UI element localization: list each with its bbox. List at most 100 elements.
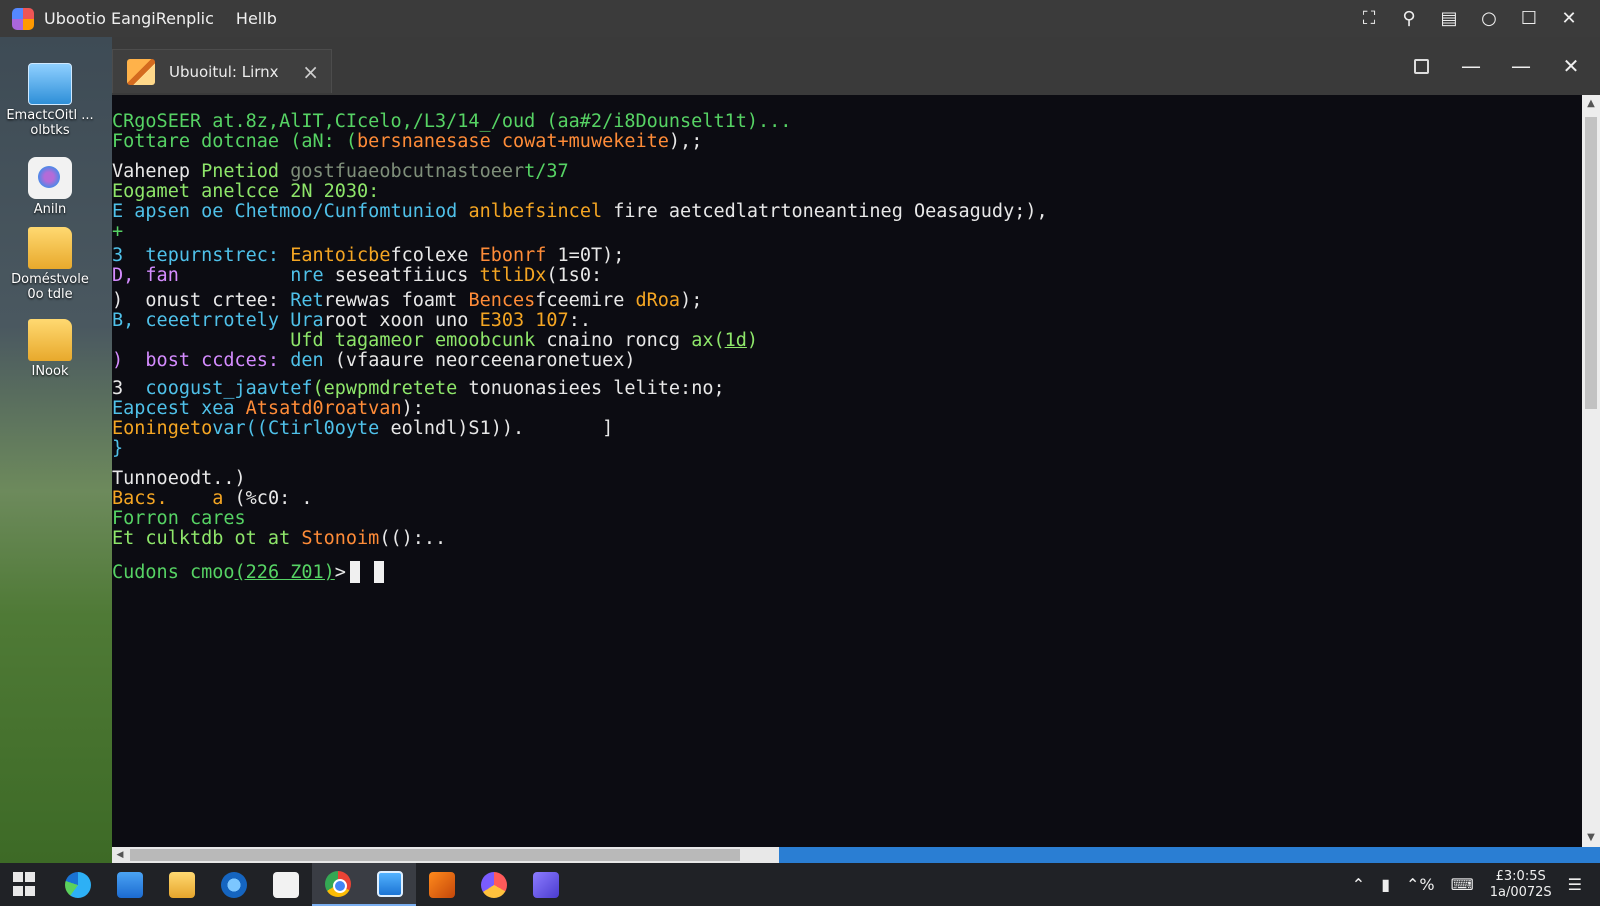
text: Bences: [468, 290, 536, 311]
text: var((Ctirl0oyte: [212, 418, 391, 439]
edge-icon: [65, 871, 91, 898]
scroll-down-icon[interactable]: ▼: [1582, 829, 1600, 847]
menu-hello[interactable]: Hellb: [236, 9, 277, 28]
clock[interactable]: £3:0:5S 1a/0072S: [1490, 869, 1552, 901]
text: Ebonrf: [479, 245, 547, 266]
tab-close-icon[interactable]: ×: [302, 60, 319, 84]
tab-bar: Ubuoitul: Lirnx × — — ✕: [112, 37, 1600, 95]
text: Fottare dotcnae (aN: (: [112, 131, 358, 152]
terminal-line: +: [112, 221, 124, 242]
taskbar-edge[interactable]: [52, 863, 104, 906]
terminal-line: D, fan nre seseatfiiucs ttliDx(1s0:: [112, 266, 1582, 286]
terminal-line: Eoningetovar((Ctirl0oyte eolndl)S1)). ]: [112, 419, 1582, 439]
clock-time: £3:0:5S: [1495, 868, 1546, 884]
window-close-icon[interactable]: ✕: [1560, 54, 1582, 78]
text-cursor: [349, 561, 360, 583]
app-logo-icon: [12, 7, 34, 30]
desktop-icon-app[interactable]: Aniln: [4, 157, 96, 217]
terminal-line: Eogamet anelcce 2N 2030:: [112, 181, 380, 202]
display-icon[interactable]: ▤: [1438, 8, 1460, 30]
taskbar-chrome-2[interactable]: [468, 863, 520, 906]
text: coogust_jaavtef: [145, 378, 313, 399]
text: anlbefsincel: [468, 201, 614, 222]
terminal-line: Bacs. a (%c0: .: [112, 489, 1582, 509]
terminal-prompt[interactable]: Cudons cmoo(226 Z01)>: [112, 561, 1582, 583]
user-search-icon[interactable]: ⚲: [1398, 8, 1420, 30]
terminal-line: Fottare dotcnae (aN: (bersnanesase cowat…: [112, 132, 1582, 152]
tab-title: Ubuoitul: Lirnx: [169, 62, 279, 81]
drive-icon: [28, 63, 72, 105]
text: cnaino roncg: [546, 330, 692, 351]
text: Stonoim: [301, 528, 380, 549]
taskbar-app-blue[interactable]: [104, 863, 156, 906]
desktop-icon-folder-2[interactable]: INook: [4, 319, 96, 379]
close-icon[interactable]: ✕: [1558, 8, 1580, 30]
text: Et culktdb ot at: [112, 528, 302, 549]
app-icon: [28, 157, 72, 199]
terminal-line: ) onust crtee: Retrewwas foamt Bencesfce…: [112, 291, 1582, 311]
taskbar-notepad[interactable]: [260, 863, 312, 906]
terminal-line: Forron cares: [112, 508, 246, 529]
prompt-symbol: >: [334, 562, 346, 583]
taskbar-explorer[interactable]: [156, 863, 208, 906]
chat-icon[interactable]: ○: [1478, 8, 1500, 30]
system-tray: ⌃ ▮ ⌃% ⌨ £3:0:5S 1a/0072S ☰: [1352, 869, 1600, 901]
text: (1s0:: [546, 265, 603, 286]
text: [112, 330, 290, 351]
text: 1=0T);: [546, 245, 625, 266]
chevron-up-icon[interactable]: ⌃: [1352, 875, 1365, 894]
sync-icon[interactable]: ⛶: [1358, 8, 1380, 30]
text: (epwpmdretete: [312, 378, 469, 399]
scroll-left-icon[interactable]: ◀: [112, 847, 128, 863]
minimize-icon[interactable]: —: [1460, 54, 1482, 78]
terminal-output[interactable]: CRgoSEER at.8z,AlIT,CIcelo,/L3/14_/oud (…: [112, 95, 1582, 847]
desktop-icon-label: INook: [31, 364, 69, 379]
text: (vfaaure neorceenaronetuex): [334, 350, 636, 371]
desktop-icon-label: Aniln: [33, 202, 67, 217]
desktop-icon-drive[interactable]: EmactcOitl ... olbtks: [4, 63, 96, 138]
app-titlebar: Ubootio EangiRenplic Hellb ⛶ ⚲ ▤ ○ ☐ ✕: [0, 0, 1600, 37]
text: 3 tepurnstrec:: [112, 245, 291, 266]
text: Ufd tagameor emoobcunk: [290, 330, 547, 351]
prompt-path: (226 Z01): [234, 562, 335, 583]
terminal-line: Tunnoeodt..): [112, 468, 246, 489]
taskbar-chrome[interactable]: [312, 863, 364, 906]
desktop-icon-folder[interactable]: Doméstvole 0o tdle: [4, 227, 96, 302]
text: (():..: [379, 528, 447, 549]
minimize-alt-icon[interactable]: —: [1510, 54, 1532, 78]
restore-icon[interactable]: [1410, 55, 1432, 77]
taskbar-orange-app[interactable]: [416, 863, 468, 906]
text: tonuonasiees lelite:no;: [468, 378, 725, 399]
scroll-up-icon[interactable]: ▲: [1582, 95, 1600, 113]
text: ),;: [668, 131, 703, 152]
maximize-icon[interactable]: ☐: [1518, 8, 1540, 30]
terminal-line: Ufd tagameor emoobcunk cnaino roncg ax(1…: [112, 331, 1582, 351]
vertical-scrollbar[interactable]: ▲ ▼: [1582, 95, 1600, 847]
terminal-line: Eapcest xea Atsatd0roatvan):: [112, 399, 1582, 419]
tab-ubuntu[interactable]: Ubuoitul: Lirnx ×: [112, 49, 332, 93]
battery-icon[interactable]: ▮: [1381, 875, 1390, 894]
vertical-scroll-thumb[interactable]: [1585, 117, 1597, 409]
ubuntu-tab-icon: [127, 58, 155, 85]
store-icon: [377, 870, 403, 897]
text: fire aetce: [613, 201, 725, 222]
horizontal-scrollbar[interactable]: ◀: [112, 847, 1600, 863]
browser-icon: [481, 871, 507, 898]
folder-icon: [28, 227, 72, 269]
text: seseatfiiucs: [334, 265, 480, 286]
desktop-wallpaper: EmactcOitl ... olbtks Aniln Doméstvole 0…: [0, 37, 112, 863]
start-button[interactable]: [0, 863, 52, 906]
horizontal-scroll-thumb[interactable]: [130, 849, 740, 861]
notification-icon[interactable]: ☰: [1568, 875, 1582, 894]
taskbar-store[interactable]: [364, 863, 416, 906]
cube-app-icon: [533, 871, 559, 898]
taskbar-cube-app[interactable]: [520, 863, 572, 906]
taskbar-ie[interactable]: [208, 863, 260, 906]
text: fcolexe: [390, 245, 480, 266]
network-icon[interactable]: ⌃%: [1406, 875, 1435, 894]
window-controls: — — ✕: [1410, 37, 1600, 95]
text: Ura: [290, 310, 324, 331]
text: root xoon uno: [323, 310, 480, 331]
keyboard-icon[interactable]: ⌨: [1451, 875, 1474, 894]
terminal-app-icon: [429, 871, 455, 898]
